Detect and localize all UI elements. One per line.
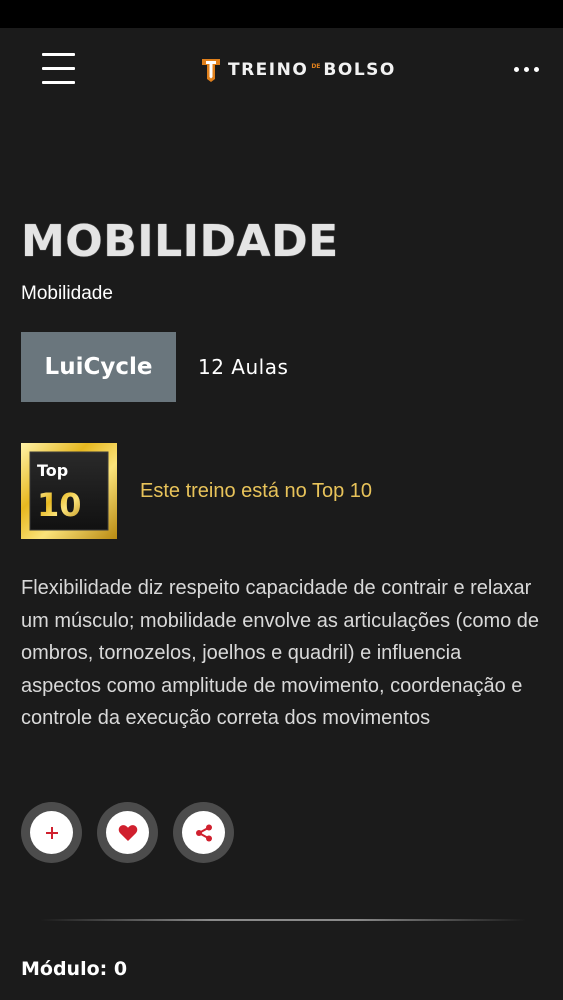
- brand-word-treino: TREINO: [228, 60, 309, 80]
- top10-top-label: Top: [37, 461, 68, 480]
- top10-number: 10: [37, 486, 82, 524]
- page-title: MOBILIDADE: [21, 216, 339, 267]
- share-icon: [195, 824, 212, 841]
- page-subtitle: Mobilidade: [21, 283, 113, 304]
- share-button[interactable]: [173, 802, 234, 863]
- brand-word-de: DE: [311, 62, 321, 70]
- heart-icon: [118, 824, 137, 841]
- lessons-count: 12 Aulas: [198, 355, 289, 379]
- add-button[interactable]: [21, 802, 82, 863]
- status-bar: [0, 0, 563, 28]
- top10-message: Este treino está no Top 10: [140, 480, 373, 502]
- top10-badge-icon: Top 10: [21, 443, 117, 539]
- brand-word-bolso: BOLSO: [323, 60, 396, 80]
- action-buttons: [21, 802, 249, 863]
- brand-shield-icon: [202, 59, 220, 82]
- brand-logo: TREINO DE BOLSO: [200, 56, 396, 84]
- module-label: Módulo: 0: [21, 958, 128, 980]
- more-options-icon[interactable]: [512, 64, 542, 76]
- workout-description: Flexibilidade diz respeito capacidade de…: [21, 577, 540, 729]
- hamburger-menu-icon[interactable]: [40, 52, 78, 86]
- section-divider: [40, 919, 526, 921]
- favorite-button[interactable]: [97, 802, 158, 863]
- instructor-badge[interactable]: LuiCycle: [21, 332, 176, 402]
- app-header: TREINO DE BOLSO: [0, 28, 563, 110]
- plus-icon: [45, 826, 58, 839]
